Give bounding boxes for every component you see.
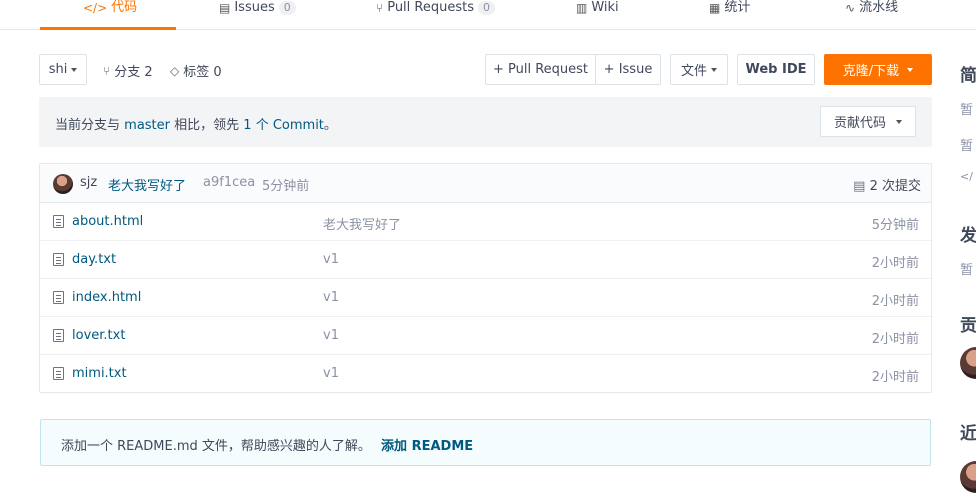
right-sidebar: 简 暂 暂 </ 发 暂 贡 近 [958, 0, 976, 498]
readme-notice-text: 添加一个 README.md 文件，帮助感兴趣的人了解。 [61, 439, 371, 454]
tab-pull-requests-label: Pull Requests [387, 0, 474, 15]
file-name-link[interactable]: about.html [72, 214, 143, 229]
file-time: 5分钟前 [871, 218, 919, 233]
tab-stats[interactable]: ▦ 统计 [709, 0, 750, 30]
issues-icon: ▤ [219, 1, 231, 15]
master-branch-link[interactable]: master [124, 118, 170, 133]
tab-code-label: 代码 [111, 0, 138, 15]
file-icon [53, 329, 64, 342]
file-commit-message[interactable]: v1 [323, 328, 339, 343]
sidebar-heading-intro: 简 [960, 66, 976, 86]
file-name-link[interactable]: index.html [72, 290, 141, 305]
branch-select-value: shi [48, 62, 68, 77]
tags-label: 标签 0 [183, 65, 222, 80]
sidebar-heading-contributors: 贡 [960, 316, 976, 336]
file-time: 2小时前 [871, 256, 919, 271]
commit-hash[interactable]: a9f1cea [203, 175, 255, 190]
chevron-down-icon [711, 67, 717, 72]
avatar[interactable] [960, 461, 976, 493]
branch-icon: ⑂ [103, 63, 111, 78]
list-item[interactable]: lover.txt v1 2小时前 [40, 317, 931, 355]
file-time: 2小时前 [871, 332, 919, 347]
sidebar-heading-recent: 近 [960, 424, 976, 444]
branches-link[interactable]: ⑂ 分支 2 [103, 61, 153, 81]
wiki-icon: ▥ [576, 1, 588, 15]
new-issue-label: + Issue [603, 62, 653, 77]
pipeline-icon: ∿ [845, 1, 856, 15]
file-name-link[interactable]: mimi.txt [72, 366, 127, 381]
tag-icon: ◇ [170, 63, 180, 78]
file-icon [53, 367, 64, 380]
avatar[interactable] [960, 347, 976, 379]
stats-icon: ▦ [709, 1, 721, 15]
commit-message[interactable]: 老大我写好了 [108, 175, 186, 194]
code-icon: </> [83, 1, 108, 15]
issues-count-badge: 0 [278, 1, 296, 15]
file-icon [53, 215, 64, 228]
file-menu-label: 文件 [680, 64, 707, 79]
tab-code[interactable]: </> 代码 [83, 0, 137, 30]
clone-download-button[interactable]: 克隆/下载 [824, 54, 932, 85]
list-item[interactable]: day.txt v1 2小时前 [40, 241, 931, 279]
sidebar-heading-release: 发 [960, 226, 976, 246]
add-readme-link[interactable]: 添加 README [381, 439, 473, 454]
sidebar-release-text: 暂 [960, 263, 974, 278]
list-item[interactable]: mimi.txt v1 2小时前 [40, 355, 931, 393]
tab-wiki-label: Wiki [591, 0, 619, 15]
chevron-down-icon [71, 67, 78, 72]
clone-download-label: 克隆/下载 [842, 64, 900, 79]
tab-pull-requests[interactable]: ⑂ Pull Requests 0 [376, 0, 495, 30]
repo-tabs: </> 代码 ▤ Issues 0 ⑂ Pull Requests 0 ▥ Wi… [0, 0, 976, 30]
tab-issues[interactable]: ▤ Issues 0 [219, 0, 296, 30]
web-ide-button[interactable]: Web IDE [737, 54, 815, 85]
commit-author[interactable]: sjz [80, 175, 97, 190]
latest-commit-row: sjz 老大我写好了 a9f1cea 5分钟前 ▤ 2 次提交 [40, 164, 931, 203]
new-issue-button[interactable]: + Issue [595, 54, 661, 85]
contribute-button[interactable]: 贡献代码 [820, 106, 916, 137]
file-icon [53, 291, 64, 304]
tab-stats-label: 统计 [724, 0, 751, 15]
file-time: 2小时前 [871, 294, 919, 309]
file-menu-button[interactable]: 文件 [670, 54, 728, 85]
sidebar-intro-text-2: 暂 [960, 139, 974, 154]
file-commit-message[interactable]: 老大我写好了 [323, 214, 401, 233]
ahead-commits-link[interactable]: 1 个 Commit [243, 118, 324, 133]
tab-wiki[interactable]: ▥ Wiki [576, 0, 619, 30]
contribute-label: 贡献代码 [833, 116, 886, 131]
tab-pipeline-label: 流水线 [859, 0, 899, 15]
file-commit-message[interactable]: v1 [323, 252, 339, 267]
file-commit-message[interactable]: v1 [323, 290, 339, 305]
avatar[interactable] [53, 174, 73, 194]
branch-compare-text: 当前分支与 master 相比，领先 1 个 Commit。 [55, 118, 337, 133]
tab-issues-label: Issues [234, 0, 275, 15]
branch-compare-banner: 当前分支与 master 相比，领先 1 个 Commit。 贡献代码 [39, 97, 932, 147]
branch-select[interactable]: shi [39, 54, 87, 85]
active-tab-indicator [40, 27, 176, 30]
list-item[interactable]: about.html 老大我写好了 5分钟前 [40, 203, 931, 241]
tags-link[interactable]: ◇ 标签 0 [170, 61, 222, 81]
pull-requests-count-badge: 0 [478, 1, 495, 15]
branches-label: 分支 2 [114, 65, 153, 80]
new-pull-request-label: + Pull Request [492, 62, 589, 77]
sidebar-intro-text: 暂 [960, 103, 974, 118]
new-pull-request-button[interactable]: + Pull Request [485, 54, 596, 85]
commit-time: 5分钟前 [262, 179, 310, 194]
tab-pipeline[interactable]: ∿ 流水线 [845, 0, 898, 30]
code-icon: </ [960, 170, 973, 183]
readme-notice: 添加一个 README.md 文件，帮助感兴趣的人了解。 添加 README [40, 419, 931, 466]
file-icon [53, 253, 64, 266]
web-ide-label: Web IDE [745, 62, 807, 77]
pull-request-icon: ⑂ [376, 1, 384, 15]
file-name-link[interactable]: lover.txt [72, 328, 125, 343]
chevron-down-icon [907, 67, 914, 72]
file-list: sjz 老大我写好了 a9f1cea 5分钟前 ▤ 2 次提交 about.ht… [39, 163, 932, 393]
file-name-link[interactable]: day.txt [72, 252, 116, 267]
file-time: 2小时前 [871, 370, 919, 385]
list-item[interactable]: index.html v1 2小时前 [40, 279, 931, 317]
file-commit-message[interactable]: v1 [323, 366, 339, 381]
commit-count-link[interactable]: ▤ 2 次提交 [853, 175, 921, 194]
history-icon: ▤ [853, 179, 866, 194]
chevron-down-icon [896, 119, 902, 124]
